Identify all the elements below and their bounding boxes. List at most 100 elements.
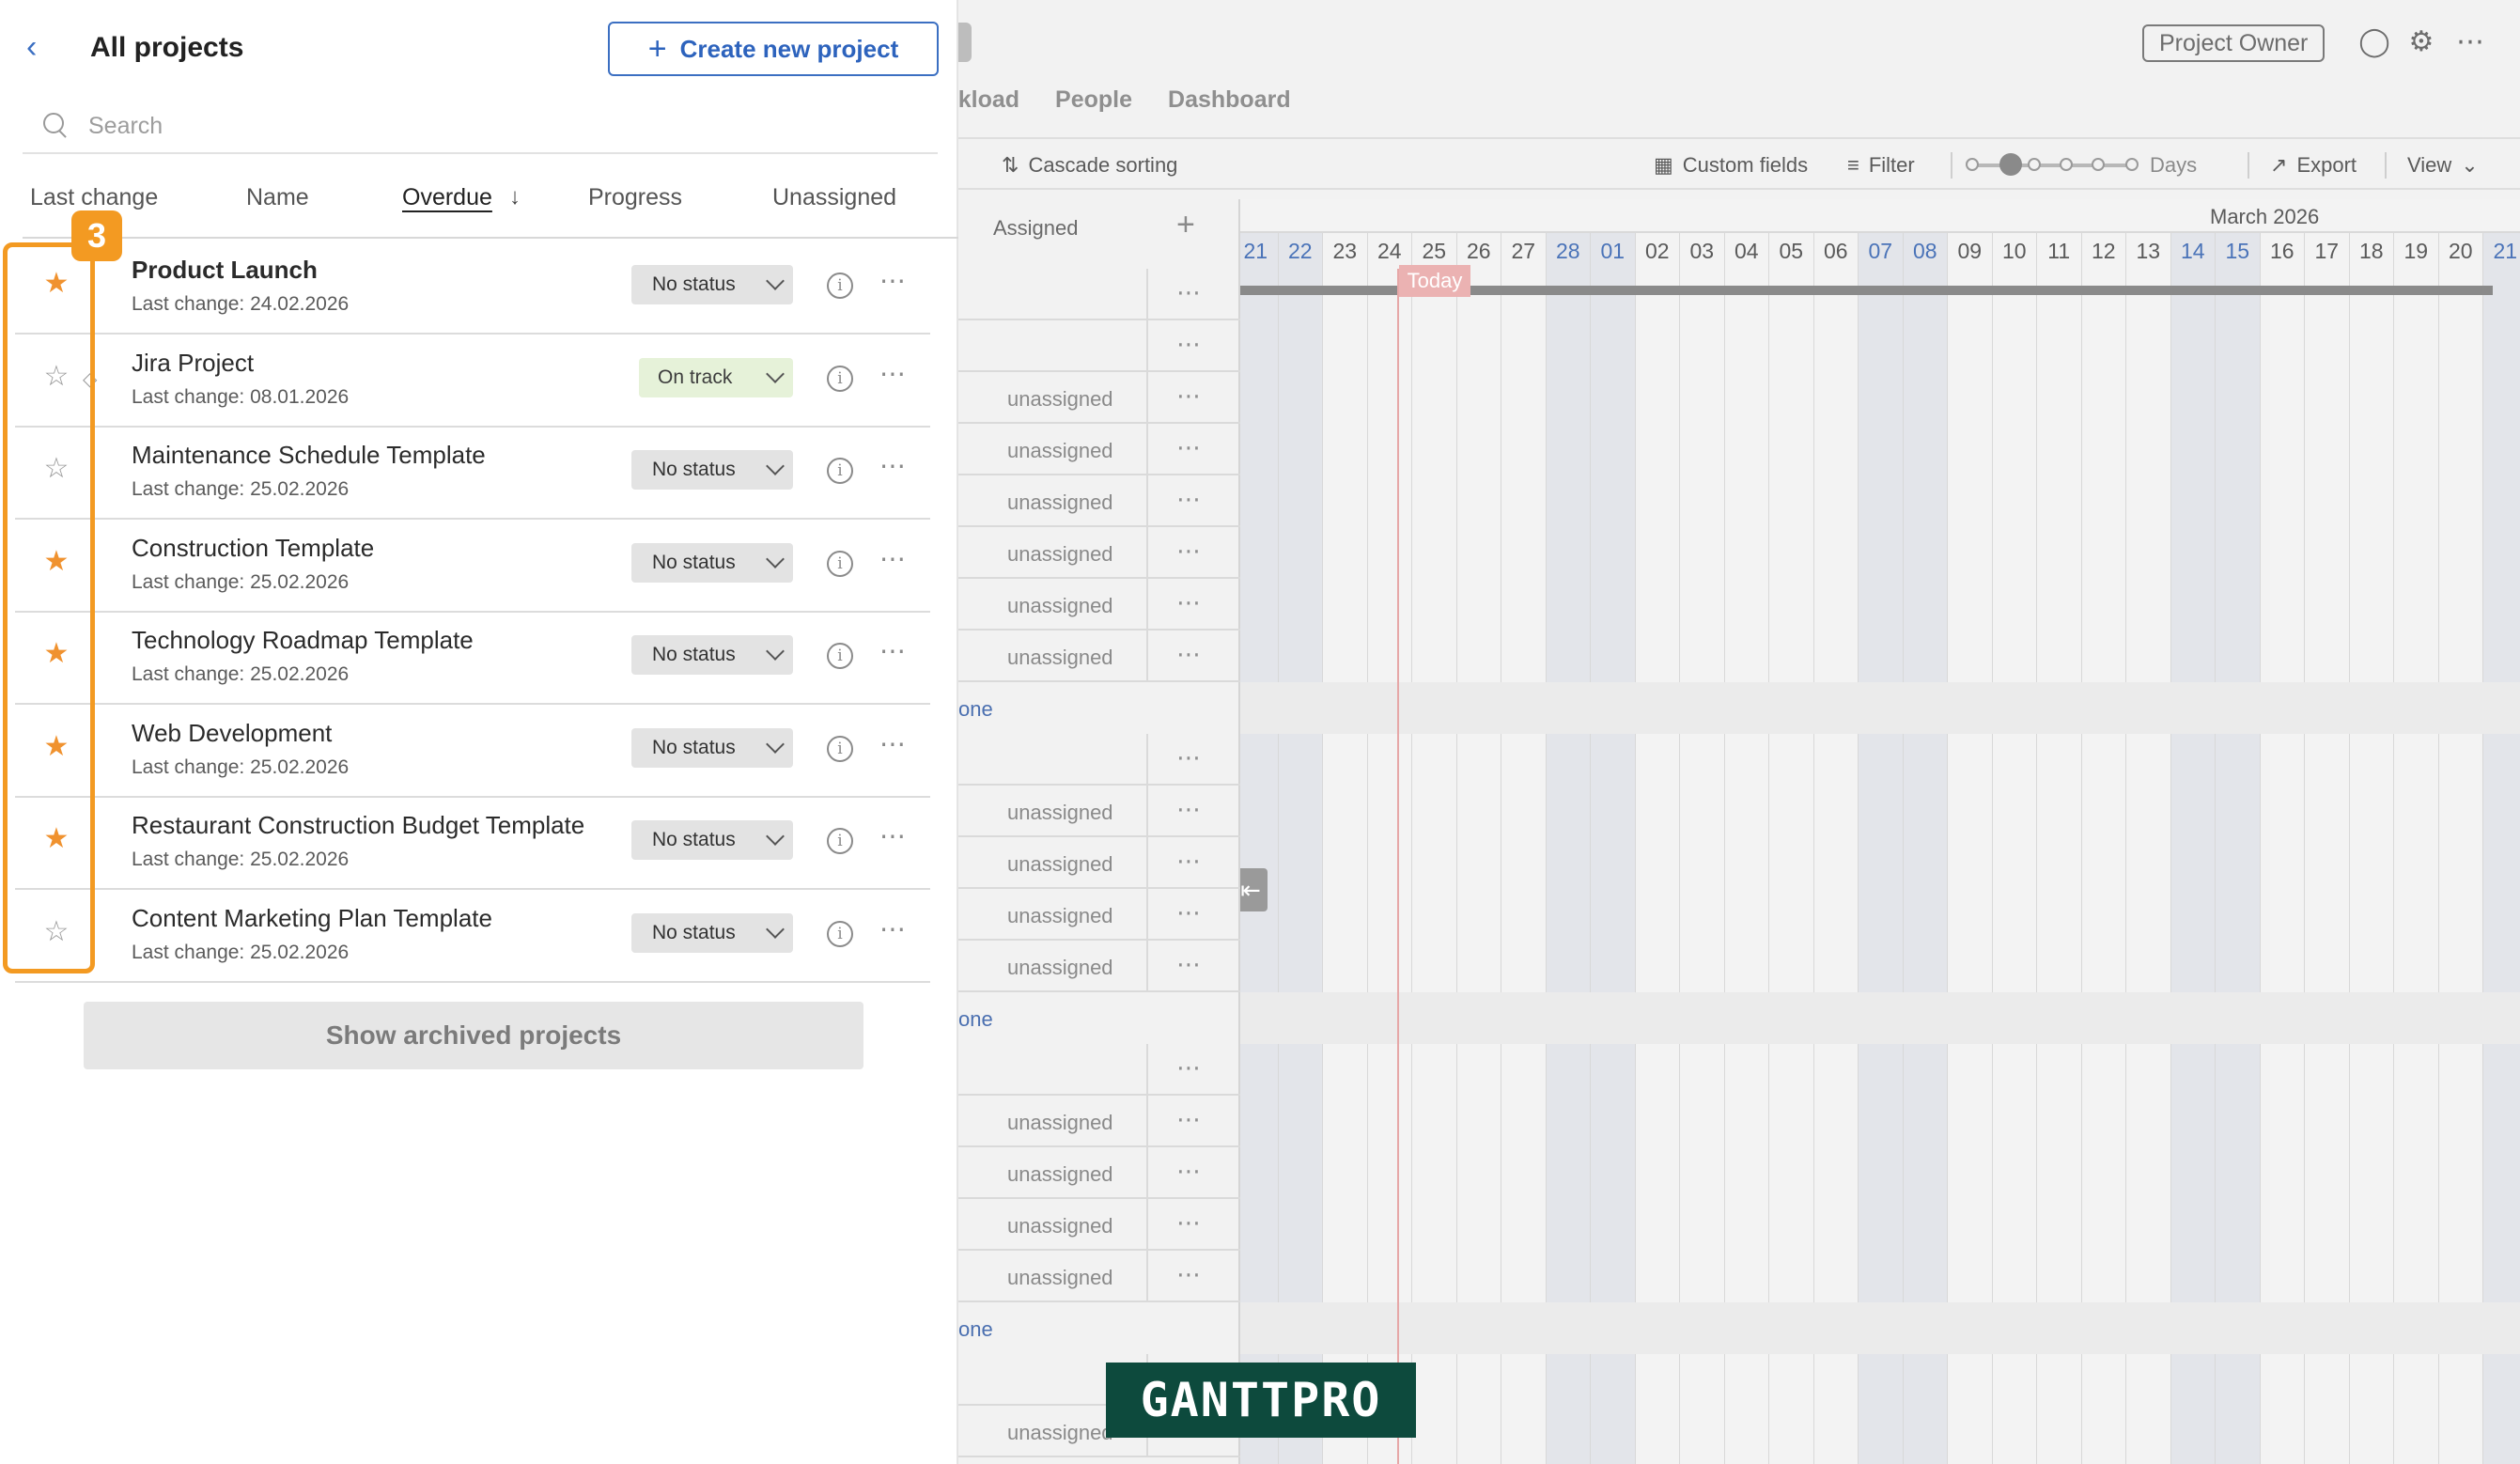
more-icon[interactable]: ⋯ [1176, 433, 1202, 462]
more-icon[interactable]: ⋯ [1176, 485, 1202, 514]
project-row[interactable]: ★ Product Launch Last change: 24.02.2026 No… [15, 242, 930, 335]
grid-row[interactable]: unassigned ⋯ [958, 1251, 1240, 1302]
more-icon[interactable]: ⋯ [879, 728, 907, 759]
create-new-project-button[interactable]: + Create new project [608, 22, 939, 76]
more-icon[interactable]: ⋯ [1176, 1105, 1202, 1134]
grid-row[interactable]: ⋯ [958, 734, 1240, 786]
more-icon[interactable]: ⋯ [879, 543, 907, 574]
show-archived-projects-button[interactable]: Show archived projects [84, 1002, 863, 1069]
cascade-sorting-button[interactable]: ⇅ Cascade sorting [1002, 150, 1177, 180]
grid-row[interactable]: unassigned ⋯ [958, 1096, 1240, 1147]
sort-name[interactable]: Name [246, 184, 309, 211]
more-icon[interactable]: ⋯ [1176, 898, 1202, 927]
info-icon[interactable]: i [827, 828, 853, 854]
tab-dashboard[interactable]: Dashboard [1168, 86, 1291, 124]
grid-row[interactable]: unassigned ⋯ [958, 631, 1240, 682]
more-icon[interactable]: ⋯ [879, 820, 907, 851]
status-dropdown[interactable]: No status [631, 912, 793, 953]
project-name[interactable]: Restaurant Construction Budget Template [132, 811, 584, 840]
custom-fields-button[interactable]: ▦ Custom fields [1654, 150, 1808, 180]
chat-icon[interactable]: ◯ [2358, 26, 2390, 58]
project-name[interactable]: Jira Project [132, 349, 254, 378]
info-icon[interactable]: i [827, 458, 853, 484]
more-icon[interactable]: ⋯ [879, 265, 907, 296]
more-icon[interactable]: ⋯ [1176, 1157, 1202, 1186]
tab-workload[interactable]: rkload [949, 86, 1019, 124]
grid-row[interactable]: unassigned ⋯ [958, 837, 1240, 889]
view-button[interactable]: View ⌄ [2407, 150, 2479, 180]
zoom-slider[interactable] [1966, 153, 2139, 176]
more-icon[interactable]: ⋯ [879, 635, 907, 666]
grid-row[interactable]: unassigned ⋯ [958, 475, 1240, 527]
more-icon[interactable]: ⋯ [1176, 1208, 1202, 1238]
more-icon[interactable]: ⋯ [1176, 278, 1202, 307]
more-icon[interactable]: ⋯ [1176, 640, 1202, 669]
search-input[interactable] [88, 112, 915, 140]
grid-row[interactable]: unassigned ⋯ [958, 579, 1240, 631]
back-icon[interactable]: ‹ [26, 28, 54, 66]
status-dropdown[interactable]: No status [631, 265, 793, 304]
grid-row[interactable]: ⋯ [958, 269, 1240, 320]
status-dropdown[interactable]: No status [631, 450, 793, 490]
more-icon[interactable]: ⋯ [1176, 1260, 1202, 1289]
project-row[interactable]: ★ Web Development Last change: 25.02.2026 N… [15, 706, 930, 798]
project-row[interactable]: ★ Restaurant Construction Budget Template… [15, 798, 930, 890]
group-row[interactable]: one [958, 682, 1240, 734]
more-icon[interactable]: ⋯ [1176, 1053, 1202, 1082]
gear-icon[interactable]: ⚙ [2405, 26, 2437, 58]
project-owner-button[interactable]: Project Owner [2142, 24, 2326, 62]
grid-row[interactable]: unassigned ⋯ [958, 372, 1240, 424]
grid-row[interactable]: ⋯ [958, 320, 1240, 372]
more-icon[interactable]: ⋯ [879, 913, 907, 944]
info-icon[interactable]: i [827, 643, 853, 669]
grid-row[interactable]: unassigned ⋯ [958, 941, 1240, 992]
grid-row[interactable]: ⋯ [958, 1044, 1240, 1096]
project-row[interactable]: ☆ ◇ Jira Project Last change: 08.01.2026 On … [15, 335, 930, 428]
grid-row[interactable]: unassigned ⋯ [958, 1199, 1240, 1251]
add-column-button[interactable]: + [1176, 207, 1195, 243]
filter-button[interactable]: ≡ Filter [1847, 150, 1915, 180]
more-icon[interactable]: ⋯ [1176, 537, 1202, 566]
status-dropdown[interactable]: No status [631, 727, 793, 768]
more-icon[interactable]: ⋯ [1176, 743, 1202, 772]
group-row[interactable]: one [958, 992, 1240, 1044]
project-row[interactable]: ☆ Maintenance Schedule Template Last chang… [15, 428, 930, 520]
sort-unassigned[interactable]: Unassigned [772, 184, 896, 211]
project-name[interactable]: Product Launch [132, 256, 318, 285]
sort-last-change[interactable]: Last change [30, 184, 158, 211]
group-row[interactable]: one [958, 1302, 1240, 1354]
sort-overdue[interactable]: Overdue [402, 184, 492, 211]
slider-knob[interactable] [1999, 153, 2022, 176]
more-icon[interactable]: ⋯ [1176, 795, 1202, 824]
more-icon[interactable]: ⋯ [1176, 950, 1202, 979]
more-icon[interactable]: ⋯ [1176, 588, 1202, 617]
info-icon[interactable]: i [827, 273, 853, 299]
grid-row[interactable]: unassigned ⋯ [958, 1147, 1240, 1199]
project-name[interactable]: Technology Roadmap Template [132, 626, 474, 655]
status-dropdown[interactable]: On track [639, 357, 793, 397]
more-icon[interactable]: ⋯ [1176, 382, 1202, 411]
more-icon[interactable]: ⋯ [879, 358, 907, 389]
project-name[interactable]: Content Marketing Plan Template [132, 904, 492, 933]
status-dropdown[interactable]: No status [631, 542, 793, 583]
project-row[interactable]: ☆ Content Marketing Plan Template Last cha… [15, 891, 930, 983]
project-name[interactable]: Web Development [132, 719, 332, 748]
export-button[interactable]: ↗ Export [2270, 150, 2357, 180]
project-name[interactable]: Maintenance Schedule Template [132, 441, 486, 470]
project-row[interactable]: ★ Technology Roadmap Template Last change:… [15, 613, 930, 705]
more-icon[interactable]: ⋯ [1176, 847, 1202, 876]
more-icon[interactable]: ⋯ [879, 450, 907, 481]
grid-row[interactable]: unassigned ⋯ [958, 786, 1240, 837]
project-row[interactable]: ★ Construction Template Last change: 25.02… [15, 521, 930, 613]
info-icon[interactable]: i [827, 365, 853, 392]
info-icon[interactable]: i [827, 735, 853, 762]
grid-row[interactable]: unassigned ⋯ [958, 527, 1240, 579]
status-dropdown[interactable]: No status [631, 635, 793, 675]
status-dropdown[interactable]: No status [631, 820, 793, 860]
info-icon[interactable]: i [827, 550, 853, 577]
project-name[interactable]: Construction Template [132, 534, 374, 563]
grid-row[interactable]: unassigned ⋯ [958, 889, 1240, 941]
sort-progress[interactable]: Progress [588, 184, 682, 211]
info-icon[interactable]: i [827, 920, 853, 947]
more-icon[interactable]: ⋯ [2454, 26, 2486, 58]
